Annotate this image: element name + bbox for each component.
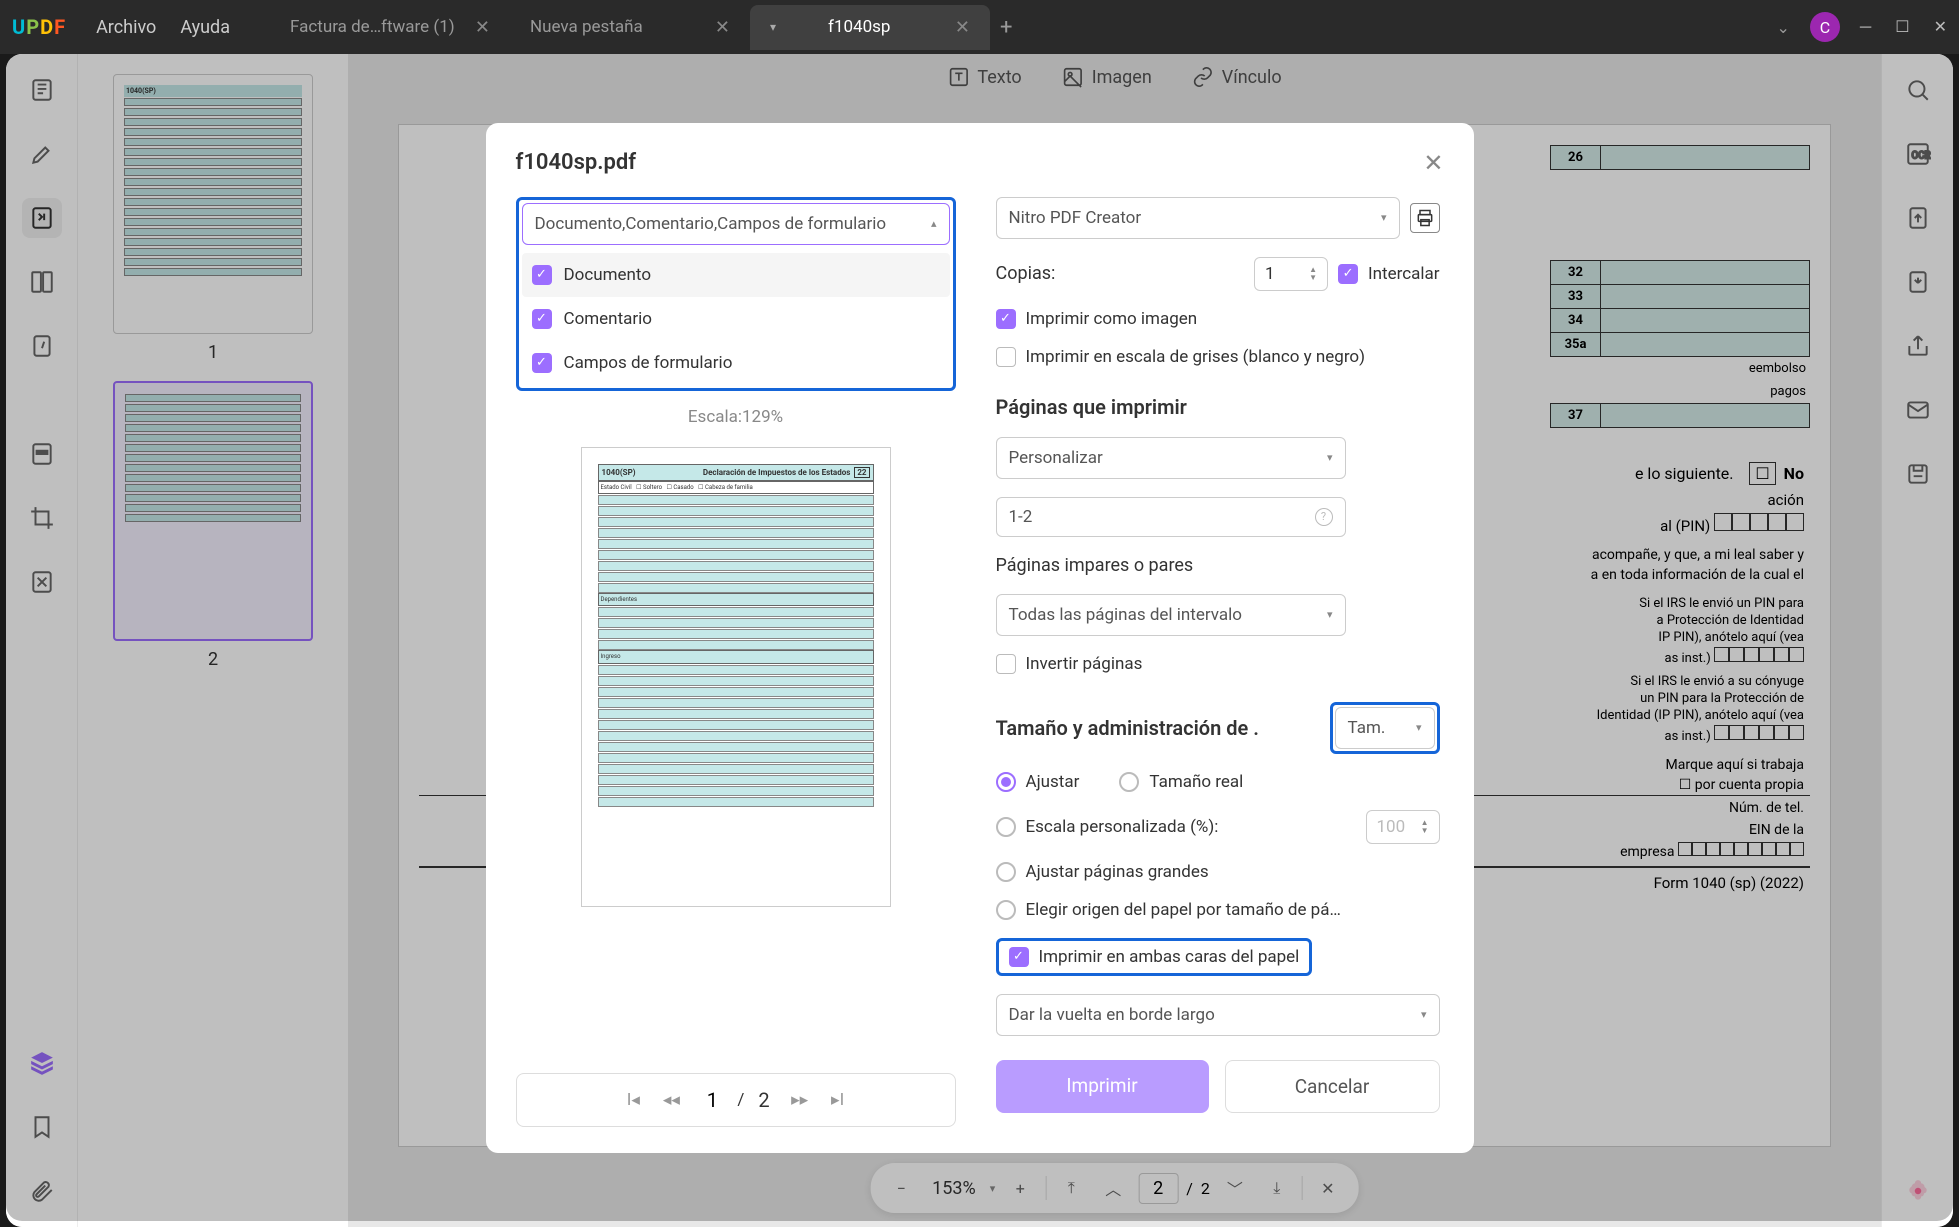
tab-label: Factura de…ftware (1) (290, 17, 455, 37)
content-dropdown[interactable]: Documento,Comentario,Campos de formulari… (522, 203, 950, 245)
last-page-icon[interactable]: ▸I (822, 1084, 854, 1116)
tab-invoice[interactable]: Factura de…ftware (1) ✕ (270, 5, 510, 50)
checkbox-checked-icon: ✓ (532, 265, 552, 285)
next-page-icon[interactable]: ▸▸ (784, 1084, 816, 1116)
chevron-down-icon[interactable]: ⌄ (1777, 18, 1790, 37)
printer-settings-icon[interactable] (1410, 203, 1440, 233)
fit-large-radio[interactable] (996, 862, 1016, 882)
modal-title: f1040sp.pdf (516, 150, 637, 175)
preview-pager: I◂ ◂◂ / 2 ▸▸ ▸I (516, 1073, 956, 1127)
info-icon[interactable]: ? (1315, 508, 1333, 526)
flip-select[interactable]: Dar la vuelta en borde largo▾ (996, 994, 1440, 1036)
modal-overlay: f1040sp.pdf ✕ Documento,Comentario,Campo… (6, 54, 1953, 1221)
dropdown-icon[interactable]: ▾ (770, 20, 776, 34)
close-icon[interactable]: ✕ (715, 17, 730, 38)
titlebar: UPDF Archivo Ayuda Factura de…ftware (1)… (0, 0, 1959, 54)
reverse-checkbox[interactable] (996, 654, 1016, 674)
pages-heading: Páginas que imprimir (996, 395, 1440, 419)
copies-label: Copias: (996, 263, 1056, 284)
print-as-image-checkbox[interactable]: ✓ (996, 309, 1016, 329)
add-tab-button[interactable]: + (990, 5, 1022, 50)
maximize-button[interactable]: ☐ (1895, 17, 1909, 37)
minimize-button[interactable]: ─ (1860, 17, 1871, 37)
tab-new[interactable]: Nueva pestaña ✕ (510, 5, 750, 50)
menu-help[interactable]: Ayuda (180, 17, 230, 38)
tab-label: Nueva pestaña (530, 17, 643, 37)
scale-label: Escala:129% (516, 407, 956, 427)
pages-range-input[interactable]: 1-2 ? (996, 497, 1346, 537)
paper-size-select[interactable]: Tam.▾ (1335, 707, 1435, 749)
print-button[interactable]: Imprimir (996, 1060, 1209, 1113)
tab-bar: Factura de…ftware (1) ✕ Nueva pestaña ✕ … (270, 5, 1777, 50)
option-documento[interactable]: ✓ Documento (522, 253, 950, 297)
checkbox-checked-icon: ✓ (532, 353, 552, 373)
pages-mode-select[interactable]: Personalizar▾ (996, 437, 1346, 479)
print-preview: 1040(SP)Declaración de Impuestos de los … (581, 447, 891, 907)
copies-spinner[interactable]: 1 ▲▼ (1254, 257, 1328, 291)
cancel-button[interactable]: Cancelar (1225, 1060, 1440, 1113)
odd-even-select[interactable]: Todas las páginas del intervalo▾ (996, 594, 1346, 636)
chevron-up-icon: ▴ (931, 217, 937, 230)
collate-checkbox[interactable]: ✓ (1338, 264, 1358, 284)
tab-f1040sp[interactable]: ▾ f1040sp ✕ (750, 5, 990, 50)
main-menu: Archivo Ayuda (96, 17, 230, 38)
menu-file[interactable]: Archivo (96, 17, 156, 38)
app-logo: UPDF (12, 15, 66, 39)
fit-radio[interactable] (996, 772, 1016, 792)
paper-source-radio[interactable] (996, 900, 1016, 920)
grayscale-checkbox[interactable] (996, 347, 1016, 367)
both-sides-option[interactable]: ✓ Imprimir en ambas caras del papel (1009, 947, 1300, 967)
user-avatar[interactable]: C (1810, 12, 1840, 42)
custom-scale-spinner[interactable]: 100 ▲▼ (1366, 810, 1440, 844)
content-dropdown-highlight: Documento,Comentario,Campos de formulari… (516, 197, 956, 391)
actual-size-radio[interactable] (1119, 772, 1139, 792)
pager-total: 2 (750, 1088, 777, 1112)
printer-select[interactable]: Nitro PDF Creator▾ (996, 197, 1400, 239)
option-comentario[interactable]: ✓ Comentario (522, 297, 950, 341)
tab-label: f1040sp (828, 17, 890, 37)
custom-scale-radio[interactable] (996, 817, 1016, 837)
odd-even-label: Páginas impares o pares (996, 555, 1440, 576)
checkbox-checked-icon: ✓ (532, 309, 552, 329)
prev-page-icon[interactable]: ◂◂ (655, 1084, 687, 1116)
close-icon[interactable]: ✕ (955, 17, 970, 38)
option-campos[interactable]: ✓ Campos de formulario (522, 341, 950, 385)
both-sides-checkbox[interactable]: ✓ (1009, 947, 1029, 967)
size-heading: Tamaño y administración de . (996, 716, 1259, 740)
close-icon[interactable]: ✕ (475, 17, 490, 38)
close-icon[interactable]: ✕ (1423, 149, 1443, 177)
close-button[interactable]: ✕ (1934, 17, 1947, 37)
print-dialog: f1040sp.pdf ✕ Documento,Comentario,Campo… (486, 123, 1474, 1153)
pager-input[interactable] (693, 1088, 731, 1112)
first-page-icon[interactable]: I◂ (617, 1084, 649, 1116)
